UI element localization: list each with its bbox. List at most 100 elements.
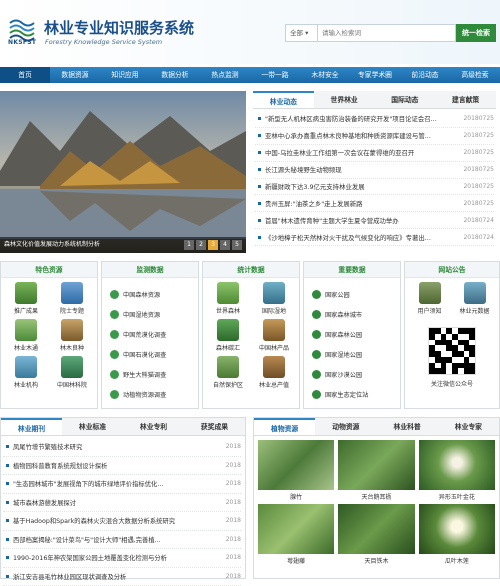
literature-item[interactable]: 城市森林游憩发展探讨2018 [3,494,241,513]
nav-hotspot[interactable]: 热点监测 [200,67,250,83]
special-item[interactable]: 林业机构 [3,356,49,389]
special-item[interactable]: 中国林科院 [49,356,95,389]
banner-page-3[interactable]: 3 [208,240,218,250]
news-list: "新型无人机林区病虫害防治装备的研究开发"项目论证会召...20180725 亚… [253,109,496,246]
news-item[interactable]: 长江源头秘境野生动物频现20180725 [255,162,494,179]
news-item[interactable]: 中国-乌拉圭林业工作组第一次会议在蒙得维的亚召开20180725 [255,145,494,162]
news-item[interactable]: 新疆财政下达3.9亿元支持林业发展20180725 [255,179,494,196]
key-item[interactable]: 国家森林公园 [312,324,400,344]
forest-product-icon [263,319,285,341]
logo-text: NKSFST [8,39,36,46]
banner-page-4[interactable]: 4 [220,240,230,250]
nav-belt-road[interactable]: 一带一路 [250,67,300,83]
special-resources-panel: 特色资源 推广成果 院士专题 林业木通 林木良种 林业机构 中国林科院 [0,261,98,409]
park-icon [312,390,321,399]
panel-title: 重要数据 [304,262,400,278]
tab-patents[interactable]: 林业专利 [123,418,184,435]
stats-item[interactable]: 中国林产品 [251,319,297,352]
output-value-icon [263,356,285,378]
panel-title: 统计数据 [203,262,299,278]
monitor-item[interactable]: 中国森林资源 [110,284,198,304]
news-item[interactable]: 《沙地樟子松天然林对火干扰及气候变化的响应》专著出...20180724 [255,229,494,246]
special-item[interactable]: 林业木通 [3,319,49,352]
literature-item[interactable]: 凤尾竹增节繁殖技术研究2018 [3,438,241,457]
monitor-item[interactable]: 中国石漠化调查 [110,344,198,364]
search-input[interactable] [318,24,456,42]
plant-image [419,440,495,490]
tab-forestry-news[interactable]: 林业动态 [253,91,314,108]
news-item[interactable]: 亚林中心承办喜重点林木良种基地和种质资源库建设与管...20180725 [255,128,494,145]
tab-world-forestry[interactable]: 世界林业 [314,91,375,108]
nav-home[interactable]: 首页 [0,67,50,83]
plant-card[interactable]: 萼翅藤 [258,504,334,565]
banner-page-5[interactable]: 5 [232,240,242,250]
banner-pager: 1 2 3 4 5 [184,240,242,250]
news-item[interactable]: "新型无人机林区病虫害防治装备的研究开发"项目论证会召...20180725 [255,111,494,128]
notice-panel: 网站公告 用户须知 林业元数据 关注微信公众号 [404,261,500,409]
stats-item[interactable]: 世界森林 [205,282,251,315]
banner-slider[interactable]: 森林文化价值发展动力系统机制分析 1 2 3 4 5 [0,91,246,253]
news-item[interactable]: 贵州玉屏:"油茶之乡"走上发展新路20180725 [255,195,494,212]
key-item[interactable]: 国家生态定位站 [312,384,400,404]
tab-intl-news[interactable]: 国际动态 [375,91,436,108]
nav-data-analysis[interactable]: 数据分析 [150,67,200,83]
leaf-icon [110,370,119,379]
tab-awards[interactable]: 获奖成果 [184,418,245,435]
forest-wood-icon [15,319,37,341]
nav-frontier[interactable]: 前沿动态 [400,67,450,83]
nav-knowledge-apps[interactable]: 知识应用 [100,67,150,83]
literature-panel: 林业期刊 林业标准 林业专利 获奖成果 凤尾竹增节繁殖技术研究2018 植物园科… [0,417,246,579]
literature-list: 凤尾竹增节繁殖技术研究2018 植物园科普教育系统规划设计探析2018 "生态园… [1,436,245,586]
key-item[interactable]: 国家公园 [312,284,400,304]
literature-item[interactable]: "生态园林城市"发展视角下的城市绿地评价指标优化...2018 [3,475,241,494]
monitor-item[interactable]: 中国荒漠化调查 [110,324,198,344]
tab-journals[interactable]: 林业期刊 [1,418,62,435]
news-item[interactable]: 首届"林木遗传育种"主题大学生夏令营成功举办20180724 [255,212,494,229]
stats-item[interactable]: 林业总产值 [251,356,297,389]
tab-animals[interactable]: 动物资源 [315,418,376,435]
tab-experts[interactable]: 林业专家 [438,418,499,435]
literature-item[interactable]: 浙江安吉县毛竹林业园区现状调查及分析2018 [3,568,241,586]
banner-page-2[interactable]: 2 [196,240,206,250]
key-item[interactable]: 国家湿地公园 [312,344,400,364]
literature-item[interactable]: 西部档案揭秘:"设计菜鸟"与"设计大师"相遇,完善植...2018 [3,531,241,550]
key-item[interactable]: 国家森林城市 [312,304,400,324]
plant-card[interactable]: 腺竹 [258,440,334,501]
banner-page-1[interactable]: 1 [184,240,194,250]
monitor-item[interactable]: 动植物资源调查 [110,384,198,404]
plant-card[interactable]: 天目铁木 [338,504,414,565]
tab-science[interactable]: 林业科普 [377,418,438,435]
search-button[interactable]: 统一检索 [456,24,496,42]
seed-icon [61,319,83,341]
stats-item[interactable]: 森林碳汇 [205,319,251,352]
monitor-item[interactable]: 中国湿地资源 [110,304,198,324]
plant-image [338,440,414,490]
special-item[interactable]: 林木良种 [49,319,95,352]
carbon-sink-icon [217,319,239,341]
search-scope-select[interactable]: 全部 ▾ [285,24,318,42]
tab-standards[interactable]: 林业标准 [62,418,123,435]
nav-data-resources[interactable]: 数据资源 [50,67,100,83]
notice-item[interactable]: 林业元数据 [452,282,497,315]
nav-timber-security[interactable]: 木材安全 [300,67,350,83]
promotion-icon [15,282,37,304]
literature-item[interactable]: 植物园科普教育系统规划设计探析2018 [3,457,241,476]
special-item[interactable]: 院士专题 [49,282,95,315]
literature-item[interactable]: 基于Hadoop和Spark的森林火灾混合大数据分析系统研究2018 [3,512,241,531]
notice-item[interactable]: 用户须知 [407,282,452,315]
nav-experts[interactable]: 专家学术圈 [350,67,400,83]
literature-item[interactable]: 1990-2016年神农架国家公园土地覆盖变化检测与分析2018 [3,549,241,568]
tab-suggestions[interactable]: 建言献策 [435,91,496,108]
leaf-icon [110,330,119,339]
stats-item[interactable]: 国际湿地 [251,282,297,315]
special-item[interactable]: 推广成果 [3,282,49,315]
monitor-item[interactable]: 野生大熊猫调查 [110,364,198,384]
plant-card[interactable]: 瓜叶木莲 [419,504,495,565]
tab-plants[interactable]: 植物资源 [254,418,315,435]
nav-advanced-search[interactable]: 高级检索 [450,67,500,83]
plant-card[interactable]: 异形玉叶金花 [419,440,495,501]
key-item[interactable]: 国家沙漠公园 [312,364,400,384]
plant-card[interactable]: 天台鹅耳枥 [338,440,414,501]
resources-tabs: 植物资源 动物资源 林业科普 林业专家 [254,418,499,436]
stats-item[interactable]: 自然保护区 [205,356,251,389]
